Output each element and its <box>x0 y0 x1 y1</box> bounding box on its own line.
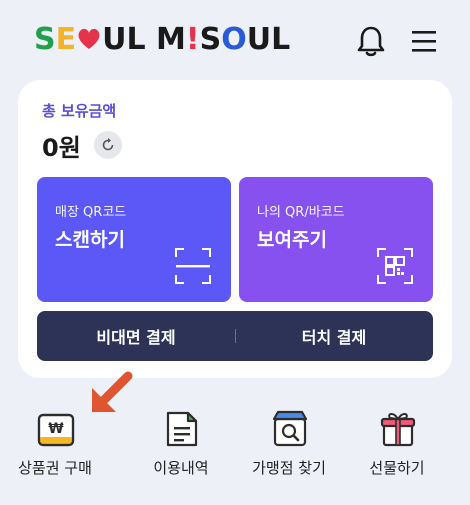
show-qr-tile[interactable]: 나의 QR/바코드 보여주기 <box>239 177 433 302</box>
balance-label: 총 보유금액 <box>42 102 117 120</box>
scan-tile-subtitle: 매장 QR코드 <box>55 205 127 220</box>
seoul-my-soul-logo: SE UL M! SOUL <box>34 22 291 57</box>
menu-item-voucher-purchase[interactable]: ₩ 상품권 구매 <box>0 405 110 495</box>
refresh-icon <box>102 138 114 151</box>
menu-item-history[interactable]: 이용내역 <box>126 405 236 495</box>
menu-item-label: 상품권 구매 <box>18 459 92 477</box>
menu-item-store-search[interactable]: 가맹점 찾기 <box>234 405 344 495</box>
store-search-icon <box>272 410 308 447</box>
quick-menu: ₩ 상품권 구매 이용내역 가맹점 찾기 선물하기 <box>0 405 470 495</box>
qr-code-icon <box>377 248 413 284</box>
show-tile-subtitle: 나의 QR/바코드 <box>257 205 345 220</box>
hamburger-menu-icon[interactable] <box>410 28 438 54</box>
menu-item-label: 선물하기 <box>369 459 425 477</box>
voucher-won-icon: ₩ <box>37 413 75 447</box>
app-header: SE UL M! SOUL <box>0 0 470 80</box>
history-document-icon <box>166 411 198 447</box>
scan-tile-title: 스캔하기 <box>55 229 125 251</box>
touch-payment-button[interactable]: 터치 결제 <box>235 311 433 361</box>
menu-item-label: 가맹점 찾기 <box>252 459 326 477</box>
scan-qr-tile[interactable]: 매장 QR코드 스캔하기 <box>37 177 231 302</box>
refresh-button[interactable] <box>94 131 122 159</box>
svg-text:₩: ₩ <box>48 421 64 437</box>
balance-amount: 0원 <box>42 134 81 162</box>
bell-icon[interactable] <box>355 24 387 58</box>
menu-item-gift[interactable]: 선물하기 <box>342 405 452 495</box>
show-tile-title: 보여주기 <box>257 229 327 251</box>
wallet-card: 총 보유금액 0원 매장 QR코드 스캔하기 나의 QR/바코드 보여주기 비대… <box>18 80 452 378</box>
payment-bar: 비대면 결제 터치 결제 <box>37 311 433 361</box>
contactless-payment-button[interactable]: 비대면 결제 <box>37 311 235 361</box>
menu-item-label: 이용내역 <box>153 459 209 477</box>
gift-icon <box>380 413 416 447</box>
scan-frame-icon <box>175 248 211 284</box>
